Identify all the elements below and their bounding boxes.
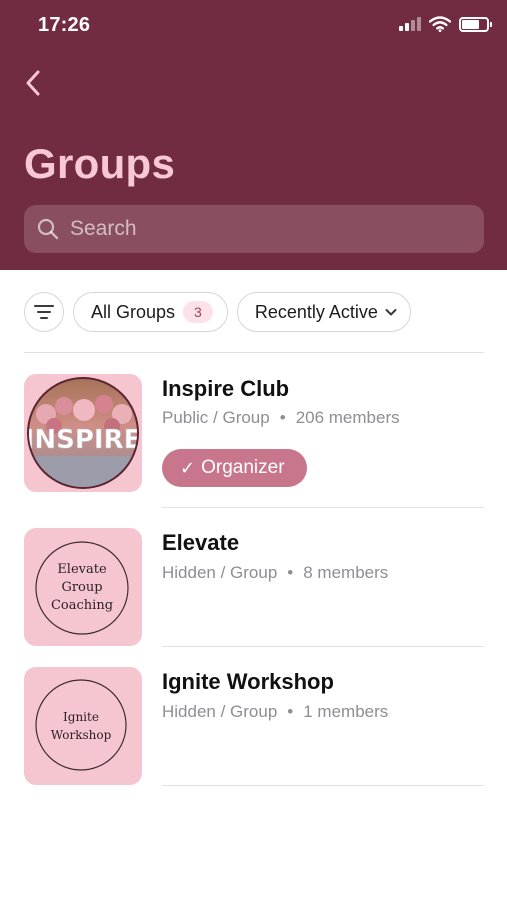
search-icon [37, 218, 59, 240]
group-members: 206 members [295, 408, 400, 427]
group-meta: Hidden / Group • 8 members [162, 563, 389, 582]
search-bar[interactable] [24, 205, 484, 253]
all-groups-chip[interactable]: All Groups 3 [73, 292, 228, 332]
status-time: 17:26 [38, 14, 91, 36]
group-name: Ignite Workshop [162, 669, 334, 694]
filter-icon [34, 305, 54, 319]
wifi-icon [429, 16, 451, 32]
sort-dropdown[interactable]: Recently Active [236, 292, 411, 332]
divider [162, 646, 484, 647]
group-thumbnail: INSPIRE [24, 374, 142, 492]
battery-icon [459, 16, 492, 32]
chevron-down-icon [385, 309, 397, 316]
group-thumbnail: Ignite Workshop [24, 667, 142, 785]
inspire-logo-image: INSPIRE [25, 377, 142, 489]
thumb-line: Coaching [51, 598, 113, 613]
page-title: Groups [24, 140, 176, 187]
status-icons [399, 16, 492, 32]
divider [24, 352, 484, 353]
group-members: 1 members [303, 702, 389, 721]
search-input[interactable] [70, 217, 460, 241]
group-visibility: Public / Group [162, 408, 270, 427]
organizer-label: Organizer [201, 457, 285, 478]
group-meta: Public / Group • 206 members [162, 408, 400, 427]
divider [162, 507, 484, 508]
status-bar: 17:26 [0, 0, 507, 50]
group-visibility: Hidden / Group [162, 702, 278, 721]
group-thumbnail: Elevate Group Coaching [24, 528, 142, 646]
checkmark-icon: ✓ [180, 457, 196, 478]
group-visibility: Hidden / Group [162, 563, 278, 582]
sort-label: Recently Active [254, 301, 378, 322]
cellular-signal-icon [399, 17, 421, 31]
group-name: Inspire Club [162, 376, 290, 401]
filter-row: All Groups 3 Recently Active [24, 292, 411, 332]
ignite-logo-image: Ignite Workshop [35, 679, 127, 771]
inspire-thumb-text: INSPIRE [25, 425, 142, 455]
group-members: 8 members [303, 563, 389, 582]
thumb-line: Elevate [57, 562, 107, 577]
divider [162, 785, 484, 786]
thumb-line: Workshop [51, 728, 112, 742]
elevate-logo-image: Elevate Group Coaching [35, 541, 129, 635]
thumb-line: Ignite [63, 710, 99, 724]
group-name: Elevate [162, 530, 240, 555]
thumb-line: Group [61, 580, 102, 595]
all-groups-label: All Groups [91, 301, 176, 322]
all-groups-count-badge: 3 [183, 301, 213, 323]
organizer-badge: ✓ Organizer [162, 449, 307, 487]
group-meta: Hidden / Group • 1 members [162, 702, 389, 721]
chevron-left-icon [26, 70, 40, 96]
back-button[interactable] [18, 66, 48, 100]
filter-button[interactable] [24, 292, 64, 332]
app-header: 17:26 Groups [0, 0, 507, 270]
